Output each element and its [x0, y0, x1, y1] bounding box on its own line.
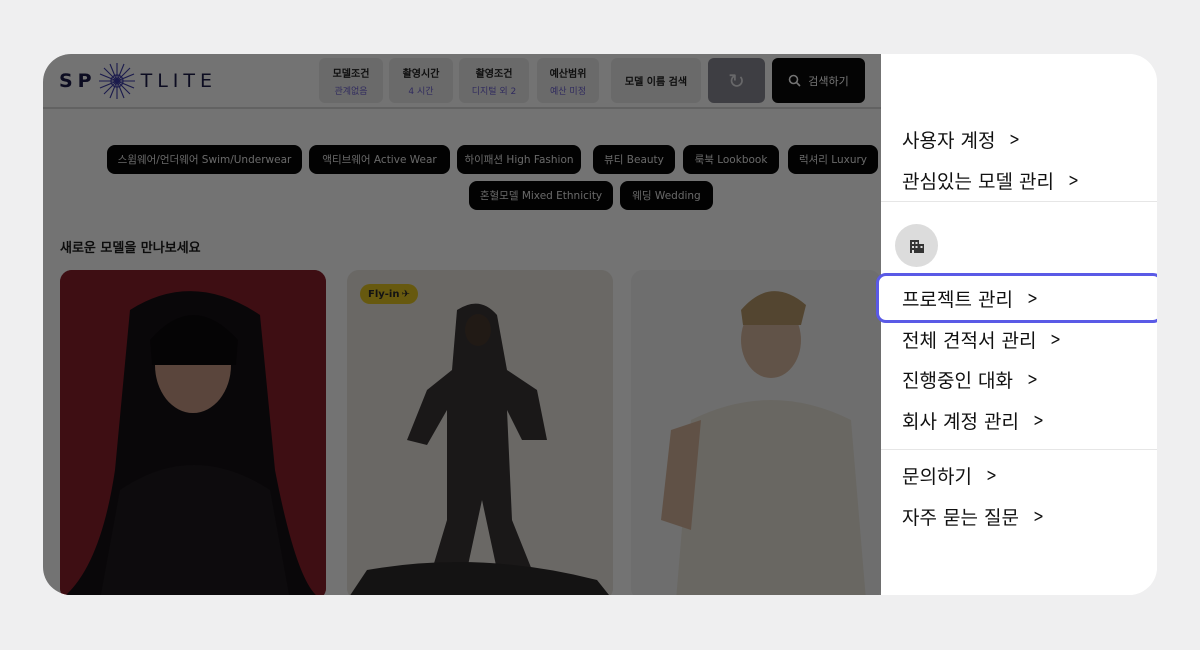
building-icon	[895, 224, 938, 267]
airplane-icon: ✈	[401, 288, 410, 300]
menu-item-faq[interactable]: 자주 묻는 질문 >	[902, 503, 1046, 530]
filter-budget[interactable]: 예산범위 예산 미정	[537, 58, 599, 103]
chevron-right-icon: >	[986, 465, 997, 486]
category-chip[interactable]: 웨딩 Wedding	[620, 181, 713, 210]
menu-item-label: 회사 계정 관리	[902, 411, 1019, 433]
menu-item-user-account[interactable]: 사용자 계정 >	[902, 126, 1023, 153]
refresh-icon: ↻	[728, 68, 745, 93]
chevron-right-icon: >	[1009, 129, 1021, 150]
fly-in-badge: Fly-in ✈	[360, 284, 418, 304]
model-photo	[60, 270, 326, 595]
category-chip[interactable]: 스윔웨어/언더웨어 Swim/Underwear	[107, 145, 302, 174]
logo-text-right: TLITE	[140, 70, 218, 92]
category-chip[interactable]: 혼혈모델 Mixed Ethnicity	[469, 181, 613, 210]
model-name-search-label: 모델 이름 검색	[624, 77, 688, 88]
section-title: 새로운 모델을 만나보세요	[60, 241, 201, 256]
category-chip[interactable]: 뷰티 Beauty	[593, 145, 675, 174]
model-card[interactable]	[60, 270, 326, 595]
filter-label: 촬영시간	[402, 68, 440, 80]
filter-shoot-time[interactable]: 촬영시간 4 시간	[389, 58, 453, 103]
category-chip[interactable]: 럭셔리 Luxury	[788, 145, 878, 174]
category-chip[interactable]: 액티브웨어 Active Wear	[309, 145, 450, 174]
menu-item-contact[interactable]: 문의하기 >	[902, 462, 999, 489]
chevron-right-icon: >	[1050, 329, 1062, 350]
search-button[interactable]: 검색하기	[772, 58, 865, 103]
logo-star-icon	[98, 63, 135, 99]
logo-text-left: SP	[59, 70, 97, 92]
menu-item-favorite-models[interactable]: 관심있는 모델 관리 >	[902, 167, 1081, 194]
filter-value: 4 시간	[408, 86, 434, 97]
fly-in-badge-label: Fly-in	[368, 288, 400, 300]
chevron-right-icon: >	[1027, 369, 1038, 390]
side-menu: 사용자 계정 > 관심있는 모델 관리 > 프로젝트 관리 > 전체 견적서 관…	[876, 54, 1157, 595]
menu-item-company-account[interactable]: 회사 계정 관리 >	[902, 407, 1046, 434]
filter-model-condition[interactable]: 모델조건 관계없음	[319, 58, 383, 103]
chevron-right-icon: >	[1033, 410, 1044, 431]
filter-shoot-condition[interactable]: 촬영조건 디지털 외 2	[459, 58, 529, 103]
filter-label: 모델조건	[332, 68, 370, 80]
filter-value: 관계없음	[334, 86, 368, 97]
menu-item-label: 전체 견적서 관리	[902, 330, 1037, 352]
menu-item-project-management[interactable]: 프로젝트 관리 >	[902, 285, 1040, 312]
model-card[interactable]	[631, 270, 881, 595]
category-chip[interactable]: 하이패션 High Fashion	[457, 145, 581, 174]
model-card[interactable]: Fly-in ✈	[347, 270, 613, 595]
refresh-button[interactable]: ↻	[708, 58, 765, 103]
header: SP TLITE 모델조건 관계없음 촬영시간 4 시간 촬영조건 디지털 외 …	[43, 54, 881, 109]
menu-item-label: 관심있는 모델 관리	[902, 171, 1054, 193]
menu-divider	[881, 449, 1157, 450]
chevron-right-icon: >	[1027, 288, 1038, 309]
menu-item-label: 문의하기	[902, 466, 972, 488]
logo[interactable]: SP TLITE	[59, 63, 218, 99]
screenshot-frame: SP TLITE 모델조건 관계없음 촬영시간 4 시간 촬영조건 디지털 외 …	[43, 54, 1157, 595]
menu-item-quotes[interactable]: 전체 견적서 관리 >	[902, 326, 1064, 353]
menu-item-label: 사용자 계정	[902, 130, 996, 152]
chevron-right-icon: >	[1033, 506, 1044, 527]
search-icon	[788, 74, 801, 87]
filter-value: 예산 미정	[550, 86, 586, 97]
chevron-right-icon: >	[1068, 170, 1079, 191]
main-app: SP TLITE 모델조건 관계없음 촬영시간 4 시간 촬영조건 디지털 외 …	[43, 54, 881, 595]
search-button-label: 검색하기	[808, 74, 849, 88]
filter-value: 디지털 외 2	[471, 86, 517, 97]
menu-item-conversations[interactable]: 진행중인 대화 >	[902, 366, 1040, 393]
filter-label: 촬영조건	[475, 68, 513, 80]
model-name-search[interactable]: 모델 이름 검색	[611, 58, 701, 103]
menu-item-label: 진행중인 대화	[902, 370, 1013, 392]
filter-label: 예산범위	[549, 68, 587, 80]
model-photo	[631, 270, 881, 595]
menu-item-label: 프로젝트 관리	[902, 289, 1013, 311]
menu-item-label: 자주 묻는 질문	[902, 507, 1019, 529]
model-photo	[347, 270, 613, 595]
category-chip[interactable]: 룩북 Lookbook	[683, 145, 779, 174]
menu-divider	[881, 201, 1157, 202]
